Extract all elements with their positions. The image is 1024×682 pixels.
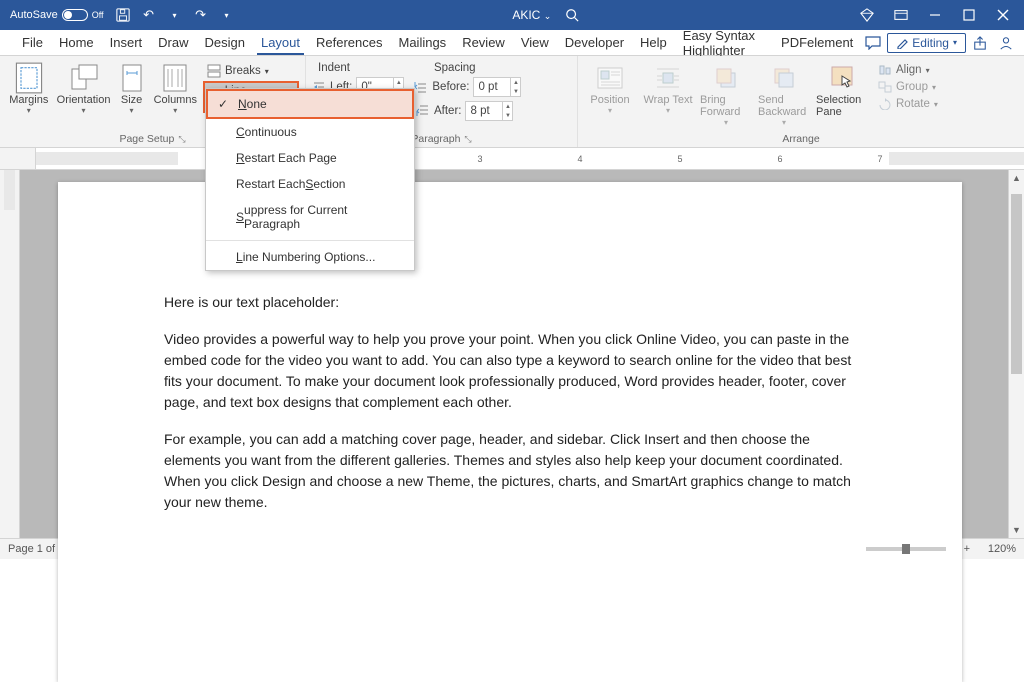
orientation-button[interactable]: Orientation▾ <box>58 60 110 115</box>
paragraph-label: Paragraph <box>411 133 460 145</box>
doc-para-3[interactable]: For example, you can add a matching cove… <box>164 429 852 513</box>
autosave-label: AutoSave <box>10 9 58 21</box>
tab-developer[interactable]: Developer <box>557 31 632 54</box>
rotate-button[interactable]: Rotate▾ <box>874 96 942 112</box>
scroll-thumb[interactable] <box>1011 194 1022 374</box>
send-backward-icon <box>768 62 800 94</box>
ribbon: Margins▾ Orientation▾ Size▾ Columns▾ <box>0 56 1024 148</box>
align-icon <box>878 64 892 76</box>
minimize-icon[interactable] <box>918 3 952 27</box>
scroll-up-icon[interactable]: ▲ <box>1009 170 1024 186</box>
save-icon[interactable] <box>110 3 136 27</box>
spacing-before-label: Before: <box>432 81 469 93</box>
selection-pane-icon <box>826 62 858 94</box>
spacing-header: Spacing <box>434 62 476 74</box>
toggle-switch-icon <box>62 9 88 21</box>
tab-home[interactable]: Home <box>51 31 102 54</box>
menu-item-options[interactable]: Line Numbering Options... <box>206 244 414 270</box>
comments-icon[interactable] <box>861 32 885 54</box>
undo-icon[interactable]: ↶ <box>136 3 162 27</box>
wrap-text-button[interactable]: Wrap Text▾ <box>642 60 694 115</box>
tab-draw[interactable]: Draw <box>150 31 196 54</box>
ribbon-display-icon[interactable] <box>884 3 918 27</box>
autosave-toggle[interactable]: AutoSave Off <box>4 9 110 21</box>
autosave-state: Off <box>92 10 104 20</box>
page-setup-launcher-icon[interactable]: ⤡ <box>178 134 185 145</box>
arrange-label: Arrange <box>782 133 819 145</box>
columns-icon <box>159 62 191 94</box>
spacing-after-icon <box>416 105 430 117</box>
spacing-after-label: After: <box>434 105 461 117</box>
line-numbers-dropdown: None Continuous Restart Each Page Restar… <box>205 88 415 271</box>
group-icon <box>878 81 892 93</box>
menu-item-restart-section[interactable]: Restart Each Section <box>206 171 414 197</box>
wrap-text-icon <box>652 62 684 94</box>
selection-pane-button[interactable]: Selection Pane <box>816 60 868 118</box>
menu-item-suppress[interactable]: Suppress for Current Paragraph <box>206 197 414 237</box>
document-title[interactable]: AKIC ⌄ <box>504 8 559 22</box>
margins-button[interactable]: Margins▾ <box>6 60 52 115</box>
document-area: Here is our text placeholder: Video prov… <box>0 170 1024 538</box>
maximize-icon[interactable] <box>952 3 986 27</box>
tab-design[interactable]: Design <box>197 31 253 54</box>
document-page[interactable]: Here is our text placeholder: Video prov… <box>58 182 962 682</box>
editing-mode-button[interactable]: Editing ▾ <box>887 33 966 53</box>
redo-icon[interactable]: ↷ <box>188 3 214 27</box>
search-icon[interactable] <box>559 3 585 27</box>
breaks-button[interactable]: Breaks▾ <box>203 62 299 80</box>
ruler-corner <box>0 148 36 169</box>
position-button[interactable]: Position▾ <box>584 60 636 115</box>
rotate-icon <box>878 98 892 110</box>
share-icon[interactable] <box>968 32 992 54</box>
diamond-icon[interactable] <box>850 3 884 27</box>
account-icon[interactable] <box>994 32 1018 54</box>
bring-forward-button[interactable]: Bring Forward▾ <box>700 60 752 127</box>
scroll-down-icon[interactable]: ▼ <box>1009 522 1024 538</box>
send-backward-button[interactable]: Send Backward▾ <box>758 60 810 127</box>
horizontal-ruler[interactable]: 1 2 3 4 5 6 7 <box>0 148 1024 170</box>
status-page[interactable]: Page 1 of 1 <box>8 543 64 555</box>
page-setup-label: Page Setup <box>119 133 174 145</box>
undo-dropdown-icon[interactable]: ▾ <box>162 3 188 27</box>
spacing-before-icon <box>414 81 428 93</box>
tab-view[interactable]: View <box>513 31 557 54</box>
close-icon[interactable] <box>986 3 1020 27</box>
menu-item-restart-page[interactable]: Restart Each Page <box>206 145 414 171</box>
vertical-ruler[interactable] <box>0 170 20 538</box>
zoom-level[interactable]: 120% <box>988 543 1016 555</box>
size-button[interactable]: Size▾ <box>116 60 148 115</box>
doc-para-1[interactable]: Here is our text placeholder: <box>164 292 852 313</box>
bring-forward-icon <box>710 62 742 94</box>
group-arrange: Position▾ Wrap Text▾ Bring Forward▾ Send… <box>578 56 1024 147</box>
paragraph-launcher-icon[interactable]: ⤡ <box>464 134 471 145</box>
ribbon-tabs: File Home Insert Draw Design Layout Refe… <box>0 30 1024 56</box>
size-icon <box>116 62 148 94</box>
columns-button[interactable]: Columns▾ <box>154 60 197 115</box>
vertical-scrollbar[interactable]: ▲ ▼ <box>1008 170 1024 538</box>
tab-pdfelement[interactable]: PDFelement <box>773 31 861 54</box>
menu-separator <box>206 240 414 241</box>
menu-item-continuous[interactable]: Continuous <box>206 119 414 145</box>
tab-file[interactable]: File <box>14 31 51 54</box>
spacing-before-input[interactable]: 0 pt▲▼ <box>473 77 521 97</box>
breaks-icon <box>207 64 221 78</box>
tab-mailings[interactable]: Mailings <box>391 31 455 54</box>
margins-icon <box>13 62 45 94</box>
tab-review[interactable]: Review <box>454 31 513 54</box>
qat-customize-icon[interactable]: ▾ <box>214 3 240 27</box>
indent-header: Indent <box>318 62 350 74</box>
titlebar: AutoSave Off ↶ ▾ ↷ ▾ AKIC ⌄ <box>0 0 1024 30</box>
orientation-icon <box>68 62 100 94</box>
tab-help[interactable]: Help <box>632 31 675 54</box>
menu-item-none[interactable]: None <box>206 89 414 119</box>
tab-layout[interactable]: Layout <box>253 31 308 54</box>
doc-para-2[interactable]: Video provides a powerful way to help yo… <box>164 329 852 413</box>
group-button[interactable]: Group▾ <box>874 79 942 95</box>
tab-references[interactable]: References <box>308 31 390 54</box>
zoom-slider[interactable] <box>866 547 946 551</box>
position-icon <box>594 62 626 94</box>
tab-insert[interactable]: Insert <box>102 31 151 54</box>
spacing-after-input[interactable]: 8 pt▲▼ <box>465 101 513 121</box>
align-button[interactable]: Align▾ <box>874 62 942 78</box>
